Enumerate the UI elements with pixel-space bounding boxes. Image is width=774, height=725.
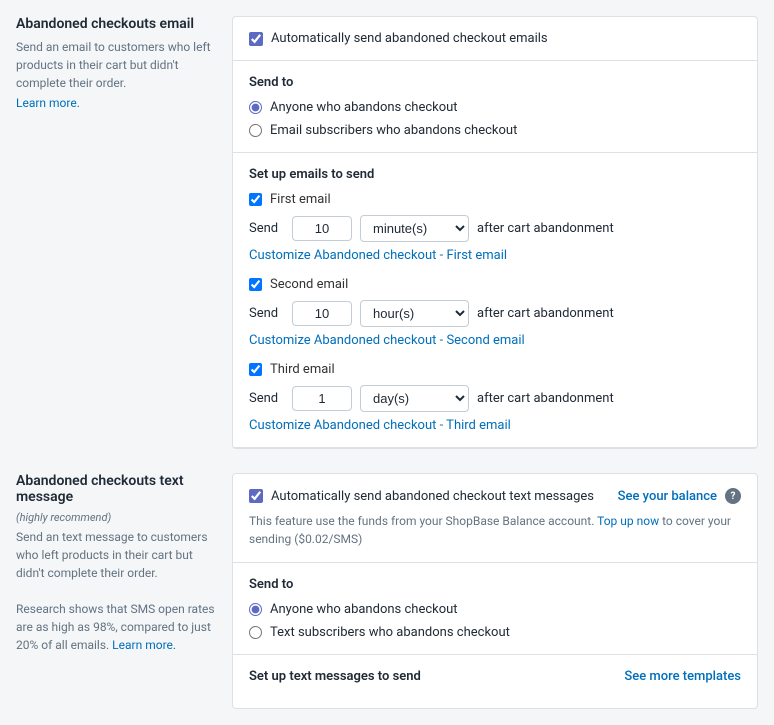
page-wrapper: Abandoned checkouts email Send an email … — [0, 0, 774, 725]
third-email-checkbox[interactable] — [249, 363, 262, 376]
sms-section-left: Abandoned checkouts text message (highly… — [16, 473, 216, 658]
third-email-customize-link[interactable]: Customize Abandoned checkout - Third ema… — [249, 418, 511, 433]
sms-send-to-title: Send to — [249, 577, 741, 592]
sms-info-prefix: This feature use the funds from your Sho… — [249, 514, 594, 528]
email-radio-anyone-label: Anyone who abandons checkout — [270, 100, 458, 115]
sms-setup-title: Set up text messages to send — [249, 669, 421, 684]
first-email-checkbox[interactable] — [249, 193, 262, 206]
email-auto-send-block: Automatically send abandoned checkout em… — [233, 17, 757, 61]
sms-topup-link[interactable]: Top up now — [597, 514, 659, 528]
email-learn-more-link[interactable]: Learn more. — [16, 96, 80, 110]
email-radio-anyone-input[interactable] — [249, 101, 262, 114]
second-email-checkbox[interactable] — [249, 278, 262, 291]
email-radio-subscribers-label: Email subscribers who abandons checkout — [270, 123, 517, 138]
email-item-first-header: First email — [249, 192, 741, 207]
sms-setup-header-row: Set up text messages to send See more te… — [249, 669, 741, 684]
second-email-label: Second email — [270, 277, 348, 292]
sms-send-to-block: Send to Anyone who abandons checkout Tex… — [233, 563, 757, 655]
first-email-send-label: Send — [249, 221, 284, 236]
sms-section-right: Automatically send abandoned checkout te… — [232, 473, 758, 709]
first-email-after-text: after cart abandonment — [477, 221, 614, 236]
third-email-unit-select[interactable]: minute(s) hour(s) day(s) — [360, 385, 469, 412]
sms-learn-more-link[interactable]: Learn more. — [112, 638, 176, 652]
sms-radio-anyone: Anyone who abandons checkout — [249, 602, 741, 617]
first-email-send-row: Send minute(s) hour(s) day(s) after cart… — [249, 215, 741, 242]
sms-setup-block: Set up text messages to send See more te… — [233, 655, 757, 708]
email-section-left: Abandoned checkouts email Send an email … — [16, 16, 216, 111]
second-email-send-label: Send — [249, 306, 284, 321]
second-email-unit-select[interactable]: minute(s) hour(s) day(s) — [360, 300, 469, 327]
first-email-customize-link[interactable]: Customize Abandoned checkout - First ema… — [249, 248, 507, 263]
second-email-send-row: Send minute(s) hour(s) day(s) after cart… — [249, 300, 741, 327]
sms-radio-subscribers-input[interactable] — [249, 626, 262, 639]
second-email-value-input[interactable] — [292, 301, 352, 326]
email-section-right: Automatically send abandoned checkout em… — [232, 16, 758, 449]
email-radio-subscribers-input[interactable] — [249, 124, 262, 137]
email-section: Abandoned checkouts email Send an email … — [16, 16, 758, 449]
email-auto-send-row: Automatically send abandoned checkout em… — [249, 31, 741, 46]
sms-section-title: Abandoned checkouts text message — [16, 473, 216, 505]
email-item-first: First email Send minute(s) hour(s) day(s… — [249, 192, 741, 263]
first-email-value-input[interactable] — [292, 216, 352, 241]
sms-see-balance-link[interactable]: See your balance — [618, 489, 717, 504]
sms-radio-subscribers: Text subscribers who abandons checkout — [249, 625, 741, 640]
sms-info-text: This feature use the funds from your Sho… — [249, 512, 741, 548]
email-radio-subscribers: Email subscribers who abandons checkout — [249, 123, 741, 138]
email-send-to-radio-group: Anyone who abandons checkout Email subsc… — [249, 100, 741, 138]
email-item-third-header: Third email — [249, 362, 741, 377]
sms-auto-send-row: Automatically send abandoned checkout te… — [249, 488, 741, 504]
third-email-send-label: Send — [249, 391, 284, 406]
email-item-third: Third email Send minute(s) hour(s) day(s… — [249, 362, 741, 433]
sms-radio-subscribers-label: Text subscribers who abandons checkout — [270, 625, 510, 640]
sms-radio-anyone-input[interactable] — [249, 603, 262, 616]
email-send-to-title: Send to — [249, 75, 741, 90]
third-email-send-row: Send minute(s) hour(s) day(s) after cart… — [249, 385, 741, 412]
second-email-after-text: after cart abandonment — [477, 306, 614, 321]
sms-checkbox-group: Automatically send abandoned checkout te… — [249, 489, 594, 504]
email-auto-send-label[interactable]: Automatically send abandoned checkout em… — [271, 31, 548, 46]
sms-balance-group: See your balance ? — [618, 488, 741, 504]
first-email-unit-select[interactable]: minute(s) hour(s) day(s) — [360, 215, 469, 242]
sms-help-icon[interactable]: ? — [725, 488, 741, 504]
third-email-value-input[interactable] — [292, 386, 352, 411]
email-section-description: Send an email to customers who left prod… — [16, 38, 216, 92]
sms-see-more-link[interactable]: See more templates — [624, 669, 741, 684]
second-email-customize-link[interactable]: Customize Abandoned checkout - Second em… — [249, 333, 525, 348]
sms-auto-send-checkbox[interactable] — [249, 489, 263, 503]
email-setup-title: Set up emails to send — [249, 167, 741, 182]
sms-auto-send-block: Automatically send abandoned checkout te… — [233, 474, 757, 563]
third-email-after-text: after cart abandonment — [477, 391, 614, 406]
email-item-second-header: Second email — [249, 277, 741, 292]
email-section-title: Abandoned checkouts email — [16, 16, 216, 32]
first-email-label: First email — [270, 192, 331, 207]
sms-send-to-radio-group: Anyone who abandons checkout Text subscr… — [249, 602, 741, 640]
third-email-label: Third email — [270, 362, 335, 377]
email-item-second: Second email Send minute(s) hour(s) day(… — [249, 277, 741, 348]
sms-auto-send-label[interactable]: Automatically send abandoned checkout te… — [271, 489, 594, 504]
sms-radio-anyone-label: Anyone who abandons checkout — [270, 602, 458, 617]
sms-section-description: Send an text message to customers who le… — [16, 528, 216, 654]
sms-highly-recommend: (highly recommend) — [16, 511, 216, 524]
email-radio-anyone: Anyone who abandons checkout — [249, 100, 741, 115]
sms-section: Abandoned checkouts text message (highly… — [16, 473, 758, 709]
email-auto-send-checkbox[interactable] — [249, 32, 263, 46]
email-setup-block: Set up emails to send First email Send m… — [233, 153, 757, 448]
email-send-to-block: Send to Anyone who abandons checkout Ema… — [233, 61, 757, 153]
